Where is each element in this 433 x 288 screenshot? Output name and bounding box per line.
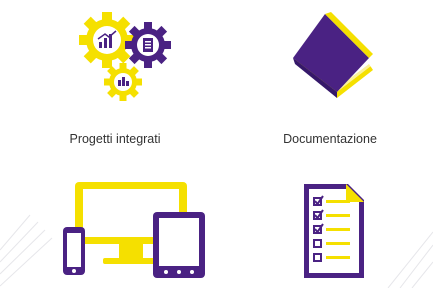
gears-icon: [79, 12, 171, 101]
tile-label: Progetti integrati: [69, 132, 161, 146]
devices-icon: [63, 182, 205, 278]
tile-checklist[interactable]: [290, 178, 380, 288]
tile-progetti-integrati[interactable]: Progetti integrati: [40, 0, 190, 150]
tile-documentazione[interactable]: Documentazione: [255, 0, 405, 150]
tile-devices[interactable]: [55, 178, 215, 288]
checklist-icon: [304, 184, 364, 278]
book-icon: [293, 12, 373, 98]
tile-label: Documentazione: [283, 132, 377, 146]
